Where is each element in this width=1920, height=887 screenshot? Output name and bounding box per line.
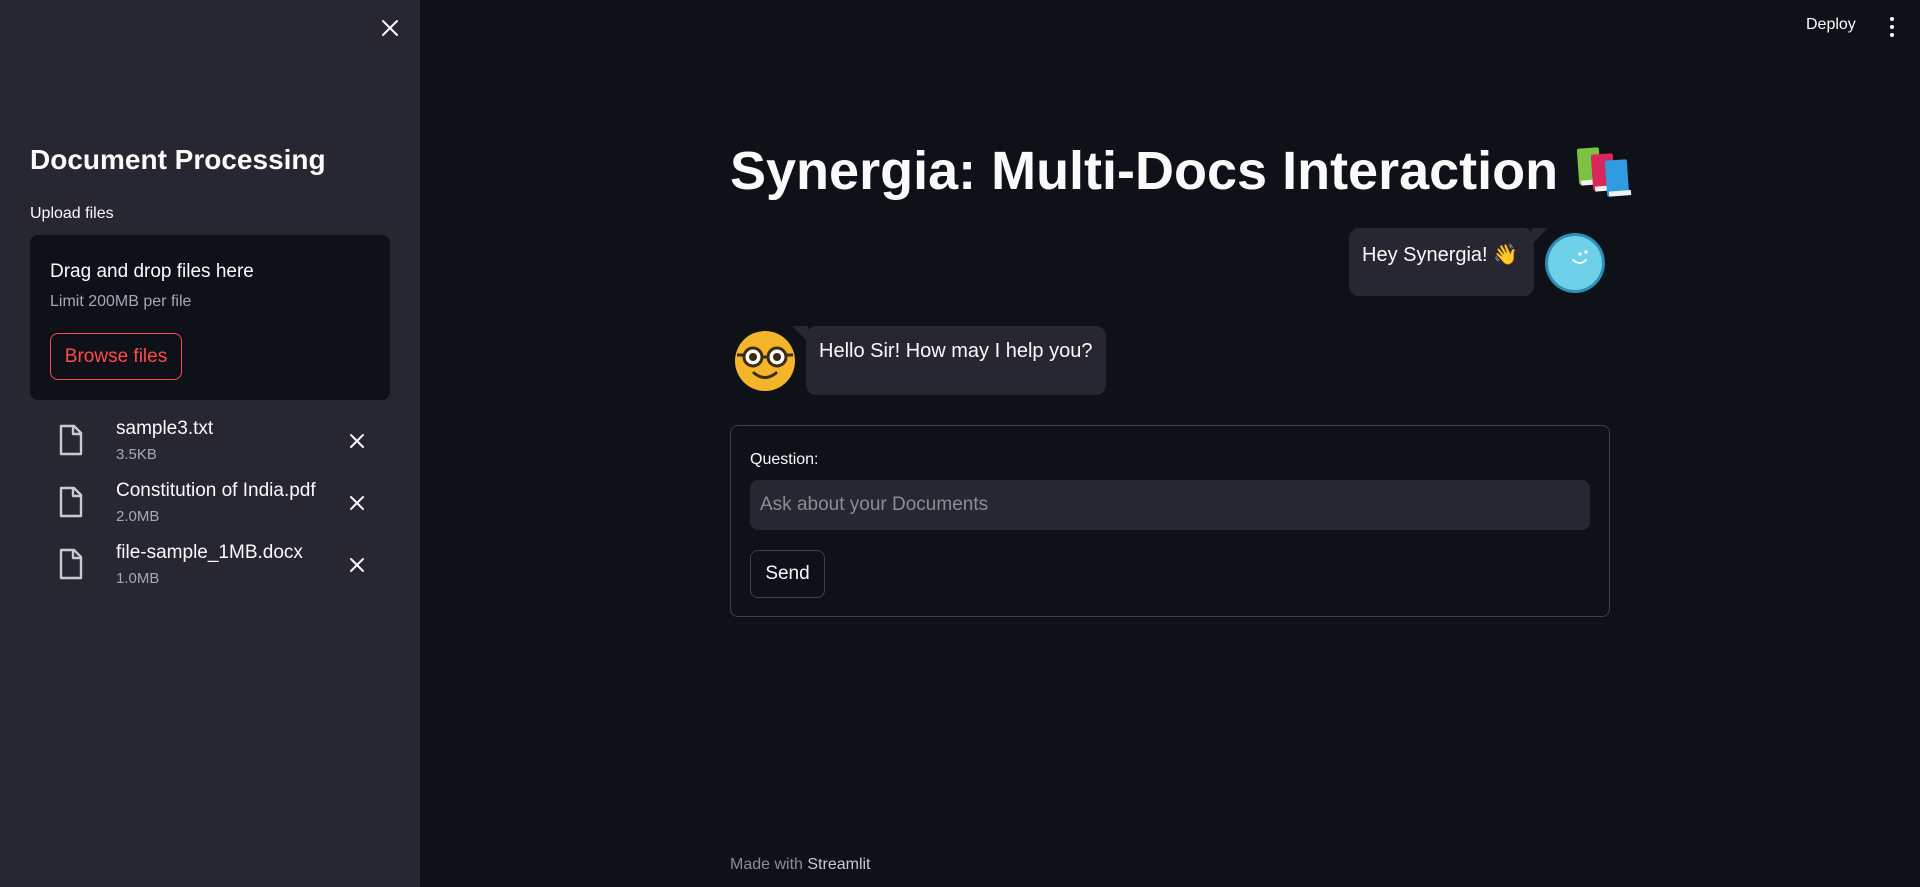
streamlit-link[interactable]: Streamlit [807,856,870,873]
file-icon [59,424,83,456]
file-icon [59,486,83,518]
close-icon [350,558,364,572]
page-title-text: Synergia: Multi-Docs Interaction [730,141,1559,201]
books-icon [1577,147,1632,197]
file-size: 3.5KB [116,446,157,463]
bot-message: Hello Sir! How may I help you? [792,326,1106,395]
nerd-face-avatar-icon [735,331,795,391]
sidebar-title: Document Processing [30,144,326,175]
remove-file-button[interactable] [346,554,368,576]
dropzone-limit: Limit 200MB per file [50,293,192,310]
footer: Made with Streamlit [730,856,871,874]
remove-file-button[interactable] [346,492,368,514]
close-sidebar-button[interactable] [378,16,402,40]
close-icon [382,20,398,36]
sidebar: Document Processing Upload files Drag an… [0,0,420,887]
file-icon [59,548,83,580]
file-name: Constitution of India.pdf [116,480,316,501]
remove-file-button[interactable] [346,430,368,452]
question-input[interactable] [750,480,1590,530]
page-title: Synergia: Multi-Docs Interaction [730,140,1634,202]
question-form: Question: Send [730,425,1610,617]
send-button[interactable]: Send [750,550,825,598]
main-menu-button[interactable] [1882,14,1902,40]
question-label: Question: [750,451,819,468]
file-name: sample3.txt [116,418,214,439]
file-name: file-sample_1MB.docx [116,542,303,563]
browse-files-button[interactable]: Browse files [50,333,182,380]
file-dropzone[interactable]: Drag and drop files here Limit 200MB per… [30,235,390,400]
deploy-button[interactable]: Deploy [1806,16,1856,34]
close-icon [350,496,364,510]
file-item: sample3.txt 3.5KB [56,414,386,476]
file-size: 1.0MB [116,570,160,587]
user-message: Hey Synergia! 👋 [1349,228,1548,296]
kebab-menu-icon [1890,17,1894,21]
footer-prefix: Made with [730,856,803,873]
dropzone-title: Drag and drop files here [50,261,254,282]
uploaded-file-list: sample3.txt 3.5KB Constitution of India.… [56,414,386,600]
file-size: 2.0MB [116,508,160,525]
upload-label: Upload files [30,205,114,222]
user-avatar-icon [1545,233,1605,293]
file-item: Constitution of India.pdf 2.0MB [56,476,386,538]
file-item: file-sample_1MB.docx 1.0MB [56,538,386,600]
close-icon [350,434,364,448]
